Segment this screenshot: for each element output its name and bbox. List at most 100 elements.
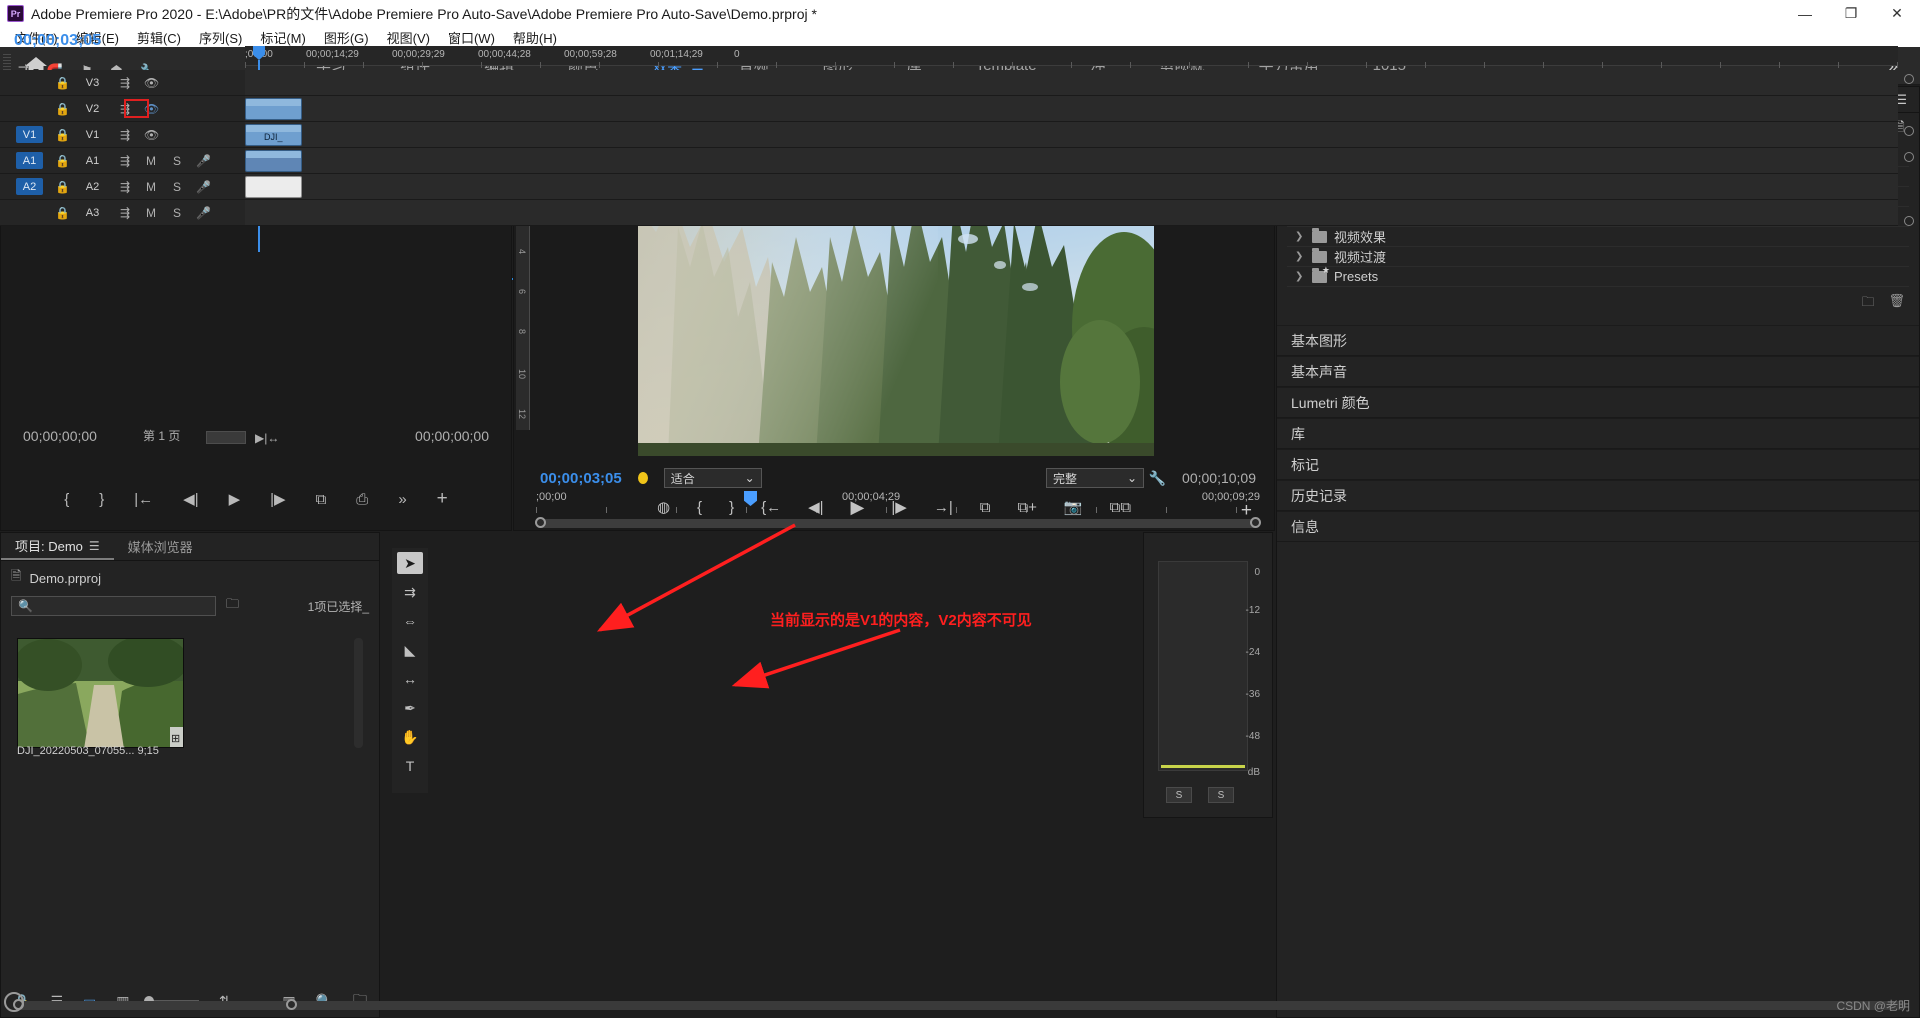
menu-window[interactable]: 窗口(W) [439,28,504,47]
track-target-badge[interactable] [16,204,43,221]
zoom-level-select[interactable]: 适合 ⌄ [663,468,762,488]
menu-graphics[interactable]: 图形(G) [315,28,378,47]
source-page-box[interactable] [206,431,246,444]
program-duration-timecode[interactable]: 00;00;10;09 [1182,470,1256,486]
step-forward-icon[interactable]: |▶ [270,490,285,508]
source-step-icon[interactable]: ▶|↔ [255,431,279,445]
wrench-icon[interactable]: 🔧 [1149,470,1166,487]
track-select-tool[interactable]: ⇉ [397,581,423,603]
timeline-clip-v2[interactable] [245,98,302,120]
track-header-a1[interactable]: A1 🔒 A1 ⇶ M S 🎤 [0,148,245,174]
export-frame-icon[interactable]: 📷 [1064,498,1083,516]
collapsed-panel-essential-sound[interactable]: 基本声音 [1277,356,1919,387]
timeline-clip-a1[interactable] [245,150,302,172]
close-button[interactable]: ✕ [1874,0,1920,27]
eye-on-icon[interactable]: 👁 [144,76,159,90]
track-header-a3[interactable]: 🔒 A3 ⇶ M S 🎤 [0,200,245,226]
audio-solo-right-button[interactable]: S [1208,787,1234,803]
play-icon[interactable]: ▶ [229,490,241,508]
mark-out-icon[interactable]: } [729,499,734,516]
mic-icon[interactable]: 🎤 [196,180,211,194]
new-folder-icon[interactable]: 🗀 [1861,293,1874,315]
solo-button[interactable]: S [170,206,184,220]
collapsed-panel-libraries[interactable]: 库 [1277,418,1919,449]
step-forward-icon[interactable]: |▶ [891,498,906,516]
tab-media-browser[interactable]: 媒体浏览器 [114,534,207,560]
razor-tool[interactable]: ◣ [397,639,423,661]
sync-lock-icon[interactable]: ⇶ [118,180,132,194]
timeline-playhead-timecode[interactable]: 00;00;03;05 [14,32,101,50]
lock-icon[interactable]: 🔒 [55,206,70,220]
source-overflow-icon[interactable]: » [398,491,406,508]
lock-icon[interactable]: 🔒 [55,102,70,116]
menu-help[interactable]: 帮助(H) [504,28,566,47]
menu-marker[interactable]: 标记(M) [251,28,315,47]
program-current-timecode[interactable]: 00;00;03;05 [540,470,622,487]
timeline-horizontal-scrollbar[interactable] [13,999,1906,1010]
track-header-v2[interactable]: 🔒 V2 ⇶ 👁 [0,96,245,122]
slip-tool[interactable]: ↔ [397,668,423,690]
overwrite-icon[interactable]: ⎙ [356,491,368,508]
type-tool[interactable]: T [397,755,423,777]
effects-tree-row[interactable]: ❯ Presets [1287,265,1909,287]
track-header-a2[interactable]: A2 🔒 A2 ⇶ M S 🎤 [0,174,245,200]
sync-lock-icon[interactable]: ⇶ [118,154,132,168]
source-timecode-current[interactable]: 00;00;00;00 [23,428,97,444]
lock-icon[interactable]: 🔒 [55,128,70,142]
track-lane-a2[interactable] [245,174,1898,200]
timeline-scroll-handle-right[interactable] [286,999,297,1010]
play-icon[interactable]: ▶ [851,497,865,518]
sync-lock-icon[interactable]: ⇶ [118,206,132,220]
chevron-right-icon[interactable]: ❯ [1295,271,1305,282]
lock-icon[interactable]: 🔒 [55,180,70,194]
collapsed-panel-basic-graphics[interactable]: 基本图形 [1277,325,1919,356]
goto-out-icon[interactable]: →| [934,499,953,516]
mark-in-icon[interactable]: { [697,499,702,516]
chevron-right-icon[interactable]: ❯ [1295,251,1305,262]
effects-tree-row[interactable]: ❯ 视频过渡 [1287,247,1909,267]
mute-button[interactable]: M [144,206,158,220]
eye-on-icon[interactable]: 👁 [144,128,159,142]
step-back-icon[interactable]: ◀| [808,498,823,516]
goto-in-icon[interactable]: {← [761,499,781,516]
marker-dot-icon[interactable] [637,472,648,484]
pen-tool[interactable]: ✒ [397,697,423,719]
minimize-button[interactable]: — [1782,0,1828,27]
track-lane-a1[interactable] [245,148,1898,174]
ripple-edit-tool[interactable]: ⇔ [397,610,423,632]
track-target-badge[interactable] [16,74,43,91]
track-lane-v1[interactable]: DJI_ [245,122,1898,148]
sync-lock-icon[interactable]: ⇶ [118,76,132,90]
mark-out-icon[interactable]: } [99,491,104,508]
lock-icon[interactable]: 🔒 [55,76,70,90]
add-marker-icon[interactable]: ◍ [657,498,670,516]
track-header-v1[interactable]: V1 🔒 V1 ⇶ 👁 [0,122,245,148]
menu-view[interactable]: 视图(V) [378,28,439,47]
solo-button[interactable]: S [170,154,184,168]
maximize-button[interactable]: ❐ [1828,0,1874,27]
project-search-input[interactable]: 🔍 [11,596,216,616]
collapsed-panel-lumetri-color[interactable]: Lumetri 颜色 [1277,387,1919,418]
extract-icon[interactable]: ⧉+ [1017,499,1036,516]
mic-icon[interactable]: 🎤 [196,154,211,168]
sync-lock-icon[interactable]: ⇶ [118,128,132,142]
timeline-clip-a2[interactable] [245,176,302,198]
source-timecode-duration[interactable]: 00;00;00;00 [415,428,489,444]
collapsed-panel-info[interactable]: 信息 [1277,511,1919,542]
effects-tree-row[interactable]: ❯ 视频效果 [1287,227,1909,247]
track-lane-v2[interactable] [245,96,1898,122]
project-scrollbar[interactable] [354,638,363,748]
audio-solo-left-button[interactable]: S [1166,787,1192,803]
step-back-icon[interactable]: ◀| [183,490,198,508]
goto-in-icon[interactable]: |← [134,491,153,508]
project-item-thumbnail[interactable]: ⊞ [17,638,184,748]
hand-tool[interactable]: ✋ [397,726,423,748]
mark-in-icon[interactable]: { [64,491,69,508]
track-target-badge[interactable]: A2 [16,178,43,195]
track-target-badge[interactable] [16,100,43,117]
menu-clip[interactable]: 剪辑(C) [128,28,190,47]
mic-icon[interactable]: 🎤 [196,206,211,220]
comparison-view-icon[interactable]: ⧉⧉ [1110,499,1131,516]
chevron-right-icon[interactable]: ❯ [1295,231,1305,242]
solo-button[interactable]: S [170,180,184,194]
